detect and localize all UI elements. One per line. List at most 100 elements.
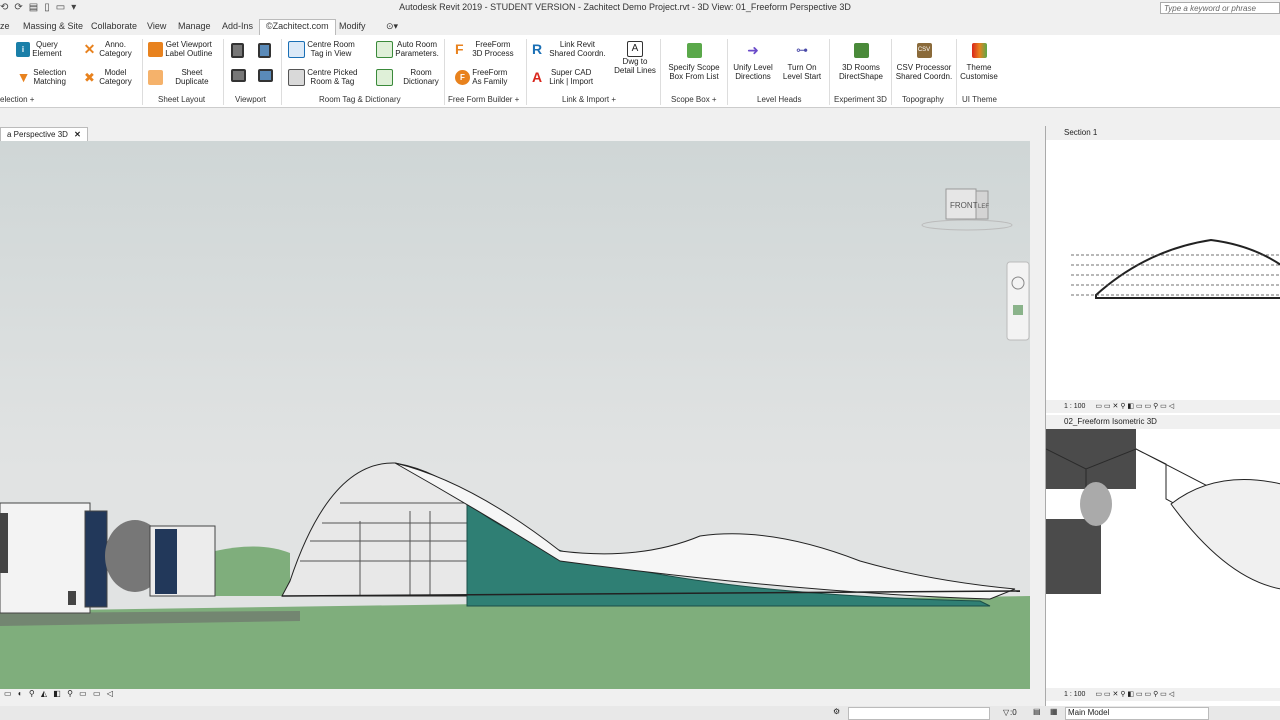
- info-icon: i: [16, 41, 30, 57]
- query-element-button[interactable]: i Query Element: [16, 40, 62, 58]
- iso-view-control-bar[interactable]: 1 : 100 ▭ ▭ ✕ ⚲ ◧ ▭ ▭ ⚲ ▭ ◁: [1046, 688, 1280, 701]
- panel-label-selection[interactable]: election +: [0, 95, 34, 104]
- panel-divider: [526, 39, 527, 105]
- tab-modify[interactable]: Modify: [339, 21, 366, 31]
- iso-building-2: [1046, 519, 1101, 594]
- unify-level-button[interactable]: ➜ Unify Level Directions: [731, 42, 775, 82]
- align-top-button[interactable]: [231, 69, 246, 82]
- panel-divider: [660, 39, 661, 105]
- panel-divider: [727, 39, 728, 105]
- tab-analyze[interactable]: ze: [0, 21, 10, 31]
- left-building: [0, 502, 91, 614]
- view-controls-icon[interactable]: ▭ ▭ ✕ ⚲ ◧ ▭ ▭ ⚲ ▭ ◁: [1095, 691, 1174, 698]
- super-cad-button[interactable]: A Super CAD Link | Import: [532, 68, 593, 86]
- left-building-glazing: [84, 510, 108, 608]
- panel-divider: [444, 39, 445, 105]
- auto-room-params-button[interactable]: Auto Room Parameters.: [376, 40, 439, 58]
- dictionary-icon: [376, 68, 393, 86]
- iso-tree: [1080, 482, 1112, 526]
- specify-scope-button[interactable]: Specify Scope Box From List: [666, 43, 722, 81]
- filter-icon: ▼: [16, 68, 31, 85]
- scope-box-icon: [686, 43, 702, 58]
- csv-icon: CSV: [916, 43, 932, 58]
- room-dictionary-button[interactable]: Room Dictionary: [376, 68, 439, 86]
- tab-view[interactable]: View: [147, 21, 166, 31]
- navigation-bar[interactable]: [1006, 261, 1030, 341]
- panel-label-freeform[interactable]: Free Form Builder +: [448, 95, 519, 104]
- theme-customise-button[interactable]: Theme Customise: [959, 43, 999, 81]
- view-header-section[interactable]: Section 1: [1046, 126, 1280, 140]
- panel-label-link[interactable]: Link & Import +: [562, 95, 616, 104]
- panel-label-room-tag: Room Tag & Dictionary: [319, 95, 401, 104]
- panel-divider: [281, 39, 282, 105]
- selection-matching-button[interactable]: ▼ Selection Matching: [16, 68, 67, 86]
- anno-category-button[interactable]: ✕ Anno. Category: [82, 40, 132, 58]
- rooms-3d-button[interactable]: 3D Rooms DirectShape: [835, 43, 887, 81]
- view-header-isometric[interactable]: 02_Freeform Isometric 3D: [1046, 415, 1280, 429]
- section-profile: [1095, 238, 1280, 299]
- vertical-scrollbar[interactable]: [1030, 141, 1042, 689]
- door: [68, 591, 76, 605]
- iso-freeform: [1170, 479, 1280, 590]
- close-icon[interactable]: ✕: [74, 130, 81, 139]
- iso-building-1: [1046, 429, 1136, 489]
- panel-label-scope[interactable]: Scope Box +: [671, 95, 717, 104]
- contextual-tab-icon[interactable]: ⊙▾: [386, 21, 398, 32]
- panel-divider: [829, 39, 830, 105]
- selection-count: :0: [1010, 708, 1017, 717]
- link-revit-button[interactable]: R Link Revit Shared Coordn.: [532, 40, 606, 58]
- align-center-button[interactable]: [258, 43, 271, 58]
- model-category-button[interactable]: ✖ Model Category: [82, 68, 132, 86]
- isometric-view[interactable]: [1046, 429, 1280, 682]
- design-option-select[interactable]: Main Model: [1065, 707, 1209, 720]
- tab-collaborate[interactable]: Collaborate: [91, 21, 137, 31]
- panel-label-sheet-layout: Sheet Layout: [158, 95, 206, 104]
- design-options-icon[interactable]: ▤: [1033, 707, 1041, 716]
- cross-icon: ✕: [83, 40, 96, 57]
- freeform-3d-button[interactable]: F FreeForm 3D Process: [455, 40, 514, 58]
- view-controls-icon[interactable]: ▭ ▭ ✕ ⚲ ◧ ▭ ▭ ⚲ ▭ ◁: [1095, 403, 1174, 410]
- panel-divider: [223, 39, 224, 105]
- window-title: Autodesk Revit 2019 - STUDENT VERSION - …: [399, 2, 851, 12]
- viewport-3d[interactable]: FRONT LEF: [0, 141, 1030, 689]
- zoom-icon[interactable]: [1013, 305, 1023, 315]
- tab-massing[interactable]: Massing & Site: [23, 21, 83, 31]
- dwg-detail-button[interactable]: A Dwg to Detail Lines: [614, 41, 656, 75]
- csv-processor-button[interactable]: CSV CSV Processor Shared Coordn.: [895, 43, 953, 81]
- view-tab-perspective[interactable]: a Perspective 3D ✕: [0, 127, 88, 142]
- centre-room-tag-button[interactable]: Centre Room Tag in View: [288, 40, 355, 58]
- centre-picked-room-button[interactable]: Centre Picked Room & Tag: [288, 68, 357, 86]
- viewport-icon: [148, 41, 163, 57]
- section-view-control-bar[interactable]: 1 : 100 ▭ ▭ ✕ ⚲ ◧ ▭ ▭ ⚲ ▭ ◁: [1046, 400, 1280, 413]
- tab-addins[interactable]: Add-Ins: [222, 21, 253, 31]
- get-viewport-label-button[interactable]: Get Viewport Label Outline: [148, 40, 212, 58]
- ribbon-panel: i Query Element ▼ Selection Matching ✕ A…: [0, 35, 1280, 108]
- freeform-family-button[interactable]: F FreeForm As Family: [455, 68, 507, 86]
- align-middle-icon: [258, 69, 273, 82]
- left-building-window: [0, 513, 8, 573]
- view-controls-icon[interactable]: ▭ ◐ ⚲ ◭ ◧ ⚲ ▭ ▭ ◁: [4, 689, 115, 698]
- sheet-duplicate-button[interactable]: Sheet Duplicate: [148, 68, 209, 86]
- workset-icon[interactable]: ⚙: [833, 707, 840, 716]
- panel-label-experiment: Experiment 3D: [834, 95, 887, 104]
- view-control-bar[interactable]: ▭ ◐ ⚲ ◭ ◧ ⚲ ▭ ▭ ◁: [0, 689, 1030, 701]
- filter-icon[interactable]: ▽: [1003, 708, 1009, 717]
- align-center-icon: [258, 43, 271, 58]
- viewcube-left-label: LEF: [978, 204, 989, 210]
- align-middle-button[interactable]: [258, 69, 273, 82]
- title-bar: ⟲ ⟳ ▤ ▯ ▭ ▾ Autodesk Revit 2019 - STUDENT VER…: [0, 0, 1280, 16]
- tab-manage[interactable]: Manage: [178, 21, 211, 31]
- ground-plane: [0, 596, 1030, 689]
- category-icon: ✖: [84, 69, 95, 85]
- arrow-right-icon: ➜: [747, 42, 759, 58]
- editing-requests-icon[interactable]: ▦: [1050, 707, 1058, 716]
- panel-label-viewport: Viewport: [235, 95, 266, 104]
- palette-icon: [971, 43, 987, 58]
- panel-divider: [891, 39, 892, 105]
- section-view[interactable]: [1046, 140, 1280, 400]
- turn-on-level-button[interactable]: ⊶ Turn On Level Start: [780, 43, 824, 81]
- align-left-button[interactable]: [231, 43, 244, 58]
- tab-zachitect[interactable]: ©Zachitect.com: [259, 19, 336, 36]
- workset-select[interactable]: [848, 707, 990, 720]
- search-input[interactable]: Type a keyword or phrase: [1160, 2, 1280, 14]
